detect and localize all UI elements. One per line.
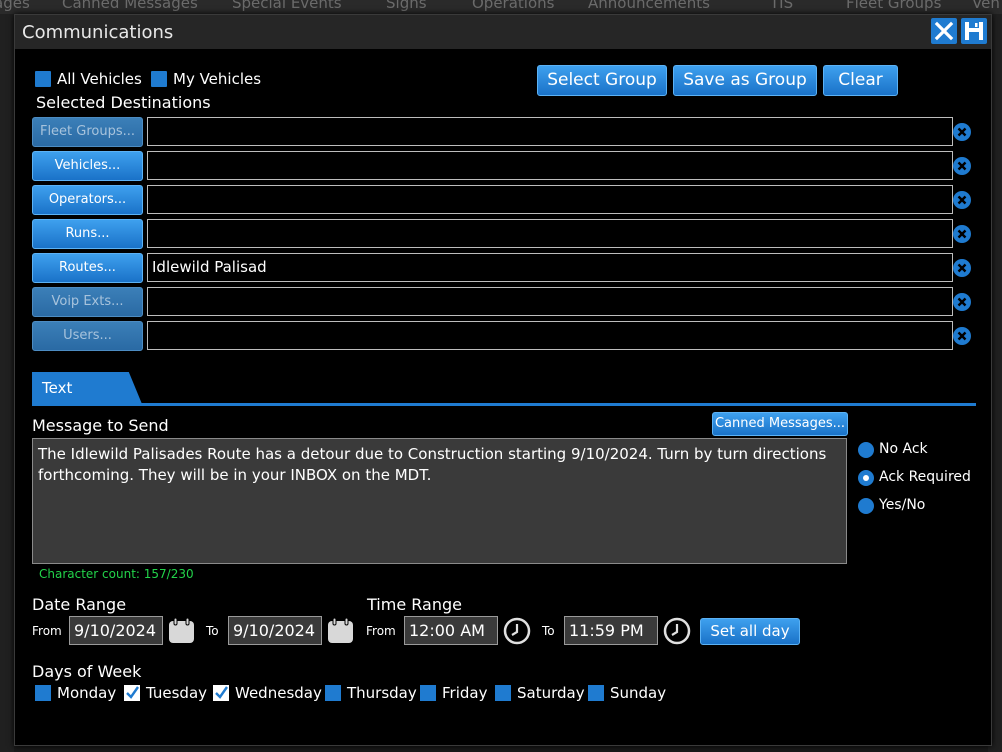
time-from-label: From xyxy=(366,624,396,638)
monday-checkbox[interactable] xyxy=(35,685,51,701)
set-all-day-button[interactable]: Set all day xyxy=(700,618,800,645)
clear-x-icon xyxy=(957,331,967,341)
bg-menu-item: Operations xyxy=(472,0,555,12)
thursday-checkbox[interactable] xyxy=(325,685,341,701)
saturday-label: Saturday xyxy=(517,684,585,702)
character-count: Character count: 157/230 xyxy=(39,567,194,581)
tuesday-label: Tuesday xyxy=(146,684,208,702)
monday-label: Monday xyxy=(57,684,117,702)
date-range-label: Date Range xyxy=(32,595,127,614)
yes-no-label: Yes/No xyxy=(879,497,926,513)
clear-operators-button[interactable] xyxy=(953,191,971,209)
date-from-label: From xyxy=(32,624,62,638)
wednesday-checkbox[interactable] xyxy=(213,685,229,701)
canned-messages-button[interactable]: Canned Messages... xyxy=(712,412,848,436)
checkmark-icon xyxy=(215,686,228,699)
selected-destinations-heading: Selected Destinations xyxy=(36,93,211,112)
time-to-input[interactable]: 11:59 PM xyxy=(564,616,658,645)
tab-underline xyxy=(32,403,976,406)
friday-checkbox[interactable] xyxy=(420,685,436,701)
date-to-input[interactable]: 9/10/2024 xyxy=(228,616,322,645)
thursday-label: Thursday xyxy=(347,684,417,702)
select-group-button[interactable]: Select Group xyxy=(537,65,667,96)
dialog-title: Communications xyxy=(22,22,174,43)
date-from-input[interactable]: 9/10/2024 xyxy=(69,616,163,645)
clear-x-icon xyxy=(957,161,967,171)
checkmark-icon xyxy=(126,686,139,699)
dialog-titlebar: Communications xyxy=(15,15,991,49)
friday-label: Friday xyxy=(442,684,488,702)
vehicles-field[interactable] xyxy=(147,151,953,180)
bg-menu-item: Special Events xyxy=(232,0,342,12)
routes-field[interactable]: Idlewild Palisad xyxy=(147,253,953,282)
sunday-checkbox[interactable] xyxy=(588,685,604,701)
all-vehicles-label: All Vehicles xyxy=(57,70,142,88)
users-field[interactable] xyxy=(147,321,953,350)
all-vehicles-checkbox[interactable] xyxy=(35,71,51,87)
bg-menu-item: ages xyxy=(0,0,30,12)
clear-x-icon xyxy=(957,229,967,239)
clear-users-button[interactable] xyxy=(953,327,971,345)
clock-icon[interactable] xyxy=(663,617,691,645)
close-icon xyxy=(934,21,954,41)
routes-button[interactable]: Routes... xyxy=(32,253,143,283)
clear-x-icon xyxy=(957,297,967,307)
clear-x-icon xyxy=(957,263,967,273)
clear-voip-exts-button[interactable] xyxy=(953,293,971,311)
no-ack-label: No Ack xyxy=(879,441,928,457)
clear-fleet-groups-button[interactable] xyxy=(953,123,971,141)
time-range-label: Time Range xyxy=(367,595,462,614)
time-from-input[interactable]: 12:00 AM xyxy=(404,616,498,645)
bg-menu-item: Announcements xyxy=(588,0,710,12)
clear-button[interactable]: Clear xyxy=(823,65,898,96)
save-as-group-button[interactable]: Save as Group xyxy=(673,65,817,96)
clear-vehicles-button[interactable] xyxy=(953,157,971,175)
tuesday-checkbox[interactable] xyxy=(124,685,140,701)
bg-menu-item: Canned Messages xyxy=(62,0,198,12)
operators-button[interactable]: Operators... xyxy=(32,185,143,215)
voip-exts-field[interactable] xyxy=(147,287,953,316)
tab-text-message[interactable]: Text Message xyxy=(32,372,142,404)
sunday-label: Sunday xyxy=(610,684,667,702)
vehicles-button[interactable]: Vehicles... xyxy=(32,151,143,181)
bg-menu-item: Fleet Groups xyxy=(846,0,942,12)
bg-menu-item: Signs xyxy=(386,0,427,12)
wednesday-label: Wednesday xyxy=(235,684,322,702)
communications-dialog: Communications All Vehicles My Vehicles … xyxy=(14,14,992,746)
background-menu-bar: ages Canned Messages Special Events Sign… xyxy=(0,0,1002,14)
days-of-week-label: Days of Week xyxy=(32,662,142,681)
my-vehicles-checkbox[interactable] xyxy=(151,71,167,87)
fleet-groups-button[interactable]: Fleet Groups... xyxy=(32,117,143,147)
no-ack-radio[interactable] xyxy=(858,442,874,458)
save-button[interactable] xyxy=(961,18,987,44)
ack-required-label: Ack Required xyxy=(879,469,971,485)
ack-required-radio[interactable] xyxy=(858,470,874,486)
fleet-groups-field[interactable] xyxy=(147,117,953,146)
clear-x-icon xyxy=(957,195,967,205)
time-to-label: To xyxy=(542,624,555,638)
calendar-icon[interactable] xyxy=(327,617,354,644)
save-icon xyxy=(965,22,983,40)
message-textarea[interactable]: The Idlewild Palisades Route has a detou… xyxy=(32,438,847,564)
background-left-panel xyxy=(0,14,14,752)
voip-exts-button[interactable]: Voip Exts... xyxy=(32,287,143,317)
my-vehicles-label: My Vehicles xyxy=(173,70,262,88)
calendar-icon[interactable] xyxy=(168,617,195,644)
bg-menu-item: TIS xyxy=(770,0,794,12)
clear-routes-button[interactable] xyxy=(953,259,971,277)
runs-field[interactable] xyxy=(147,219,953,248)
operators-field[interactable] xyxy=(147,185,953,214)
clock-icon[interactable] xyxy=(503,617,531,645)
clear-x-icon xyxy=(957,127,967,137)
users-button[interactable]: Users... xyxy=(32,321,143,351)
bg-menu-item: Veh xyxy=(972,0,1000,12)
saturday-checkbox[interactable] xyxy=(495,685,511,701)
message-to-send-label: Message to Send xyxy=(32,416,169,435)
close-button[interactable] xyxy=(931,18,957,44)
date-to-label: To xyxy=(206,624,219,638)
runs-button[interactable]: Runs... xyxy=(32,219,143,249)
yes-no-radio[interactable] xyxy=(858,498,874,514)
clear-runs-button[interactable] xyxy=(953,225,971,243)
